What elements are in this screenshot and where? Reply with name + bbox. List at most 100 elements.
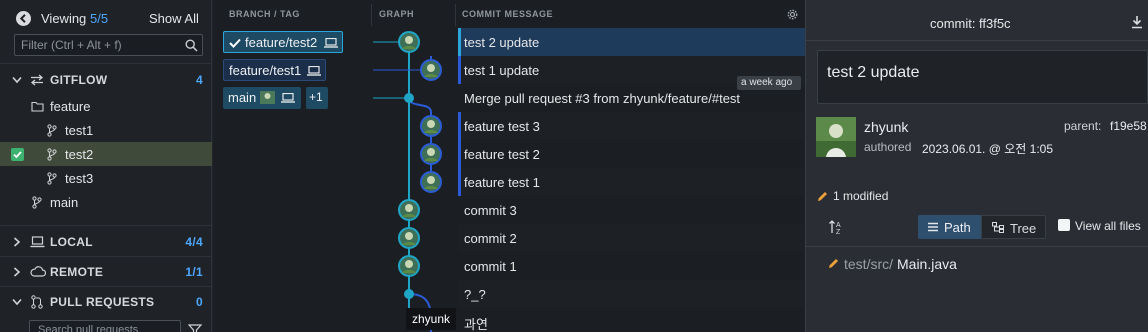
- more-branches-count: +1: [309, 90, 323, 104]
- merge-node[interactable]: [403, 288, 415, 300]
- commit-avatar[interactable]: [398, 227, 420, 249]
- tree-item-label: test1: [65, 123, 94, 138]
- author-avatar: [816, 117, 856, 157]
- remote-count: 1/1: [185, 265, 203, 279]
- tree-icon: [992, 222, 1004, 233]
- tree-item-test3[interactable]: test3: [0, 166, 212, 190]
- view-all-checkbox[interactable]: [1058, 219, 1070, 231]
- filter-input[interactable]: Filter (Ctrl + Alt + f): [14, 34, 203, 56]
- laptop-icon: [281, 93, 295, 103]
- commit-avatar[interactable]: [420, 143, 442, 165]
- download-icon[interactable]: [1131, 15, 1143, 29]
- folder-icon: [31, 101, 44, 112]
- sort-icon[interactable]: AZ: [828, 219, 844, 235]
- remote-avatar-icon: [260, 91, 275, 104]
- commit-detail-panel: commit: ff3f5c test 2 update zhyunk pare…: [806, 0, 1148, 332]
- merge-node[interactable]: [403, 92, 415, 104]
- divider: [806, 246, 1148, 247]
- branch-icon: [47, 148, 57, 161]
- header-commit-message: COMMIT MESSAGE: [462, 9, 554, 19]
- viewing-label: Viewing: [41, 11, 87, 26]
- branch-pill-feature-test1[interactable]: feature/test1: [223, 59, 326, 81]
- laptop-icon: [324, 38, 338, 48]
- commit-message: test 2 update: [464, 35, 540, 50]
- tree-item-main[interactable]: main: [0, 190, 212, 214]
- section-local[interactable]: LOCAL 4/4: [0, 227, 212, 257]
- commit-message: commit 2: [464, 231, 517, 246]
- remote-label: REMOTE: [50, 265, 104, 279]
- file-name: Main.java: [897, 256, 957, 272]
- commit-summary: test 2 update: [827, 64, 920, 81]
- filter-icon[interactable]: [188, 324, 202, 332]
- commit-avatar[interactable]: [420, 59, 442, 81]
- tooltip-text: zhyunk: [412, 312, 451, 326]
- branch-pill-more[interactable]: +1: [306, 87, 328, 109]
- file-row[interactable]: test/src/ Main.java: [806, 250, 1148, 276]
- commit-avatar[interactable]: [398, 31, 420, 53]
- tree-item-test2[interactable]: test2: [0, 142, 212, 166]
- commit-graph-panel: BRANCH / TAG GRAPH COMMIT MESSAGE featur…: [213, 0, 805, 332]
- commit-avatar[interactable]: [420, 115, 442, 137]
- show-all-button[interactable]: Show All: [149, 11, 199, 26]
- commit-row[interactable]: [458, 308, 805, 332]
- pull-requests-label: PULL REQUESTS: [50, 295, 155, 309]
- pull-requests-count: 0: [196, 295, 203, 309]
- parent-sha[interactable]: f19e58: [1110, 119, 1147, 133]
- branch-pill-label: main: [228, 90, 257, 105]
- tree-item-label: test3: [65, 171, 94, 186]
- section-pull-requests[interactable]: PULL REQUESTS 0: [0, 287, 212, 317]
- viewing-count: 5/5: [90, 11, 109, 26]
- checkmark-icon: [229, 38, 241, 48]
- checkbox-checked-icon[interactable]: [11, 148, 24, 161]
- commit-avatar[interactable]: [398, 255, 420, 277]
- laptop-icon: [307, 66, 321, 76]
- commit-label: commit:: [930, 16, 976, 31]
- section-remote[interactable]: REMOTE 1/1: [0, 257, 212, 287]
- branch-icon: [47, 172, 57, 185]
- gear-icon[interactable]: [787, 9, 798, 20]
- tree-item-test1[interactable]: test1: [0, 118, 212, 142]
- laptop-icon: [30, 236, 45, 248]
- commit-summary-box[interactable]: test 2 update: [817, 50, 1148, 104]
- tree-view-button[interactable]: Tree: [981, 215, 1046, 239]
- divider: [806, 40, 1148, 41]
- commit-avatar[interactable]: [398, 199, 420, 221]
- pull-request-icon: [31, 295, 43, 309]
- commit-avatar[interactable]: [420, 171, 442, 193]
- divider: [371, 4, 372, 26]
- branch-pill-label: feature/test2: [245, 35, 318, 50]
- section-gitflow[interactable]: GITFLOW 4: [0, 65, 212, 95]
- viewing-bar: Viewing 5/5 Show All: [0, 0, 212, 34]
- timestamp-badge: a week ago: [737, 76, 801, 90]
- pr-search-input[interactable]: Search pull requests: [29, 320, 181, 332]
- graph-lines: [373, 41, 432, 332]
- divider: [0, 225, 212, 226]
- tree-item-label: feature: [50, 99, 91, 114]
- branch-pill-main[interactable]: main: [223, 87, 301, 109]
- chevron-down-icon: [12, 76, 22, 84]
- svg-text:A: A: [836, 222, 841, 229]
- path-button-label: Path: [944, 220, 971, 235]
- gitflow-icon: [30, 74, 44, 86]
- commit-message: Merge pull request #3 from zhyunk/featur…: [464, 91, 741, 106]
- divider: [455, 4, 456, 26]
- search-icon: [185, 39, 198, 52]
- chevron-right-icon: [13, 237, 21, 247]
- divider: [0, 63, 212, 64]
- gitflow-label: GITFLOW: [50, 73, 108, 87]
- commit-sha[interactable]: ff3f5c: [979, 16, 1011, 31]
- cloud-icon: [30, 266, 46, 277]
- tree-item-feature[interactable]: feature: [0, 94, 212, 118]
- commit-message: feature test 3: [464, 119, 540, 134]
- header-branch-tag: BRANCH / TAG: [229, 9, 300, 19]
- branch-pill-feature-test2[interactable]: feature/test2: [223, 31, 343, 53]
- commit-message: commit 3: [464, 203, 517, 218]
- filter-placeholder: Filter (Ctrl + Alt + f): [21, 38, 122, 52]
- authored-label: authored: [864, 140, 912, 154]
- branch-marker: [458, 112, 461, 196]
- list-icon: [928, 222, 938, 232]
- back-arrow-icon[interactable]: [16, 11, 31, 26]
- tree-item-label: test2: [65, 147, 94, 162]
- commit-row[interactable]: [458, 280, 805, 308]
- path-view-button[interactable]: Path: [918, 215, 981, 239]
